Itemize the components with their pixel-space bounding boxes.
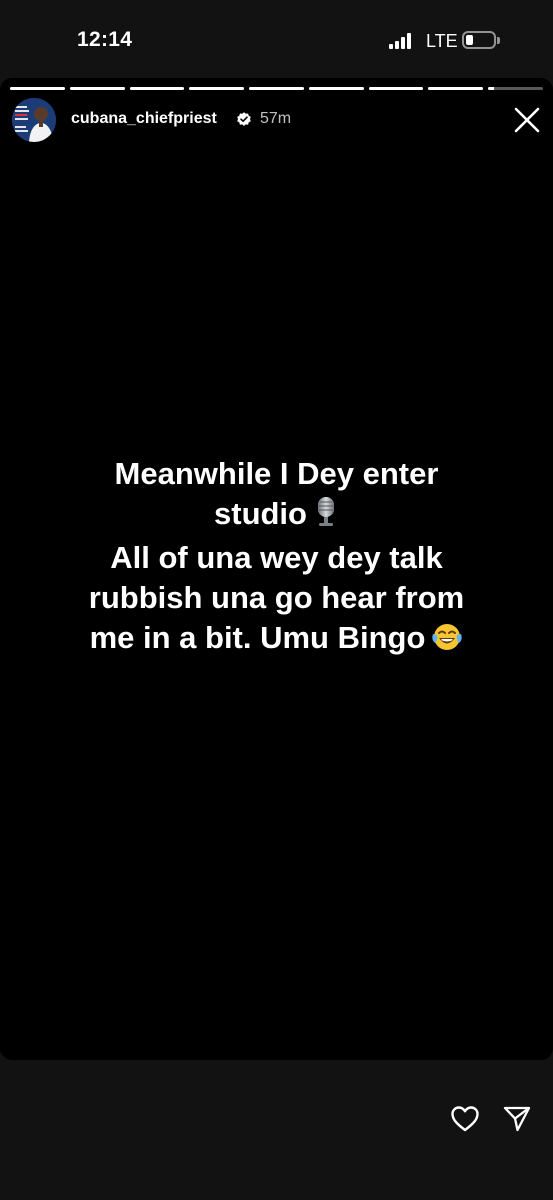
- story-progress-segment: [129, 87, 185, 90]
- story-progress-segment: [69, 87, 125, 90]
- story-username[interactable]: cubana_chiefpriest: [71, 110, 217, 128]
- story-progress-segment: [488, 87, 544, 90]
- story-actions-bar: [0, 1060, 553, 1200]
- story-progress-bars: [10, 87, 544, 90]
- network-type-label: LTE: [426, 31, 458, 51]
- cellular-signal-icon: [389, 33, 413, 49]
- close-button[interactable]: [510, 103, 544, 137]
- close-icon: [514, 107, 540, 133]
- battery-icon: [462, 31, 502, 51]
- story-text-line: Meanwhile I Dey enter: [114, 456, 439, 491]
- story-text-line: rubbish una go hear from: [88, 580, 465, 615]
- story-timestamp: 57m: [260, 110, 292, 127]
- avatar[interactable]: [12, 98, 56, 142]
- story-header: cubana_chiefpriest 57m: [0, 98, 553, 142]
- send-icon: [503, 1106, 531, 1132]
- verified-badge-icon: [236, 111, 252, 127]
- story-progress-segment: [189, 87, 245, 90]
- heart-icon: [451, 1106, 479, 1132]
- story-progress-segment: [249, 87, 304, 90]
- like-button[interactable]: [449, 1103, 481, 1135]
- share-button[interactable]: [502, 1104, 532, 1134]
- story-progress-segment: [368, 87, 424, 90]
- story-text-line: studio: [30, 494, 523, 538]
- story-viewer[interactable]: cubana_chiefpriest 57m Meanwhile I Dey e…: [0, 78, 553, 1060]
- story-text-line: All of una wey dey talk: [110, 540, 443, 575]
- story-text: Meanwhile I Dey enter studio All of una …: [30, 454, 523, 662]
- story-progress-segment: [10, 87, 65, 90]
- tears-of-joy-emoji-icon: [431, 622, 463, 662]
- microphone-emoji-icon: [313, 496, 339, 538]
- status-bar: 12:14 LTE: [0, 0, 553, 80]
- story-text-line: me in a bit. Umu Bingo: [30, 618, 523, 662]
- story-progress-segment: [308, 87, 364, 90]
- story-progress-segment: [428, 87, 484, 90]
- status-time: 12:14: [77, 28, 133, 51]
